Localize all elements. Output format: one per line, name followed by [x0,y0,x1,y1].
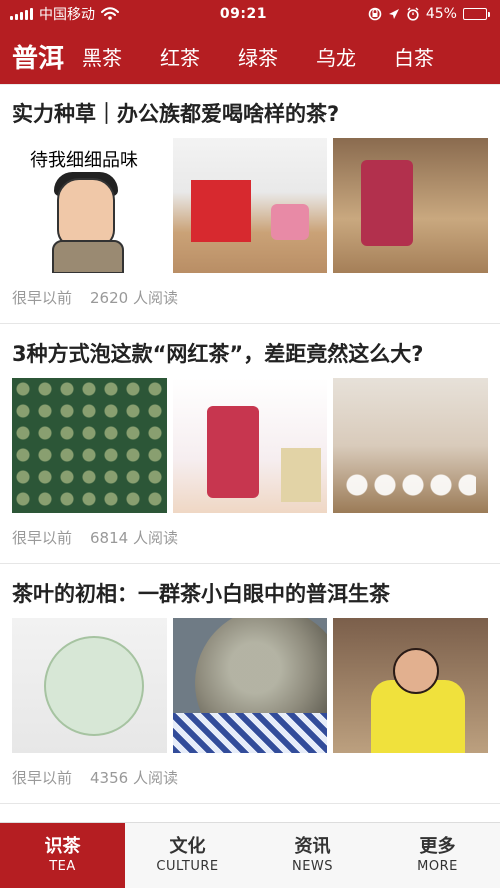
article-thumbnail[interactable] [333,618,489,753]
article-list: 实力种草｜办公族都爱喝啥样的茶? 待我细细品味 很早以前 2620 人阅读 3种… [0,84,500,822]
article-meta: 很早以前 6814 人阅读 [12,527,488,548]
signal-icon [10,8,33,20]
article-reads: 2620 人阅读 [90,289,178,307]
article-thumbnail[interactable] [333,378,489,513]
article-meta: 很早以前 4356 人阅读 [12,767,488,788]
tea-cloth [172,713,328,753]
tab-news-label-en: NEWS [291,858,334,874]
cartoon-body [52,240,124,273]
carrier-label: 中国移动 [39,7,95,23]
status-left: 中国移动 [10,4,119,24]
article-thumbnail[interactable] [12,378,167,513]
nav-tab[interactable]: 红茶 [160,42,200,71]
article-time: 很早以前 [12,289,73,307]
article-thumbnails [12,378,489,513]
article-thumbnails [12,618,489,753]
battery-percent: 45% [425,6,457,22]
article-card[interactable]: 实力种草｜办公族都爱喝啥样的茶? 待我细细品味 很早以前 2620 人阅读 [0,84,500,324]
article-thumbnail[interactable] [172,378,328,513]
status-time: 09:21 [219,6,267,22]
cartoon-caption: 待我细细品味 [30,150,138,171]
tea-cups [345,471,477,499]
category-nav: 普洱 黑茶 红茶 绿茶 乌龙 白茶 [0,28,500,84]
nav-tab[interactable]: 黑茶 [82,42,122,71]
nav-tab[interactable]: 白茶 [394,42,434,71]
tea-pellets [12,378,167,513]
article-meta: 很早以前 2620 人阅读 [12,287,488,308]
article-thumbnail[interactable] [12,618,167,753]
alarm-icon [407,7,419,21]
tab-news[interactable]: 资讯 NEWS [250,823,375,888]
tea-package [280,448,321,502]
battery-icon [462,8,490,20]
tea-cup [270,204,309,240]
article-title[interactable]: 3种方式泡这款“网红茶”，差距竟然这么大? [12,340,488,368]
tab-culture[interactable]: 文化 CULTURE [125,823,250,888]
tab-tea-label-cn: 识茶 [44,835,81,857]
article-reads: 6814 人阅读 [90,529,178,547]
status-bar: 中国移动 09:21 45% [0,0,500,28]
tab-culture-label-cn: 文化 [169,835,206,857]
tea-can [206,406,259,498]
tab-culture-label-en: CULTURE [156,858,219,874]
nav-tab[interactable]: 乌龙 [316,42,356,71]
tab-tea[interactable]: 识茶 TEA [0,823,125,888]
tab-news-label-cn: 资讯 [294,835,331,857]
article-time: 很早以前 [12,769,73,787]
status-right: 45% [368,6,490,22]
tea-app: 中国移动 09:21 45% 普洱 黑茶 红茶 绿茶 乌龙 白茶 实力种草｜办公… [0,0,500,888]
tab-more-label-cn: 更多 [419,835,456,857]
rotation-lock-icon [368,7,382,21]
wifi-icon [101,7,119,20]
tea-cake [44,636,144,736]
article-thumbnail[interactable] [172,618,328,753]
article-thumbnail[interactable] [172,138,328,273]
article-card[interactable]: 3种方式泡这款“网红茶”，差距竟然这么大? 很早以前 6814 人阅读 [0,324,500,564]
bottom-tab-bar: 识茶 TEA 文化 CULTURE 资讯 NEWS 更多 MORE [0,822,500,888]
article-title[interactable]: 实力种草｜办公族都爱喝啥样的茶? [12,100,488,128]
location-icon [388,9,399,19]
article-thumbnail[interactable]: 待我细细品味 [12,138,167,273]
article-time: 很早以前 [12,529,73,547]
tab-more-label-en: MORE [417,858,458,874]
tea-box [190,180,251,242]
article-reads: 4356 人阅读 [90,769,178,787]
nav-tab-pu-er[interactable]: 普洱 [12,38,64,75]
tab-tea-label-en: TEA [49,858,76,874]
article-thumbnails: 待我细细品味 [12,138,489,273]
article-thumbnail[interactable] [333,138,489,273]
article-title[interactable]: 茶叶的初相：一群茶小白眼中的普洱生茶 [12,580,488,608]
article-card[interactable]: 茶叶的初相：一群茶小白眼中的普洱生茶 很早以前 4356 人阅读 [0,564,500,804]
cartoon-head [57,178,115,248]
tea-can [361,160,414,246]
tab-more[interactable]: 更多 MORE [375,823,500,888]
nav-tab[interactable]: 绿茶 [238,42,278,71]
